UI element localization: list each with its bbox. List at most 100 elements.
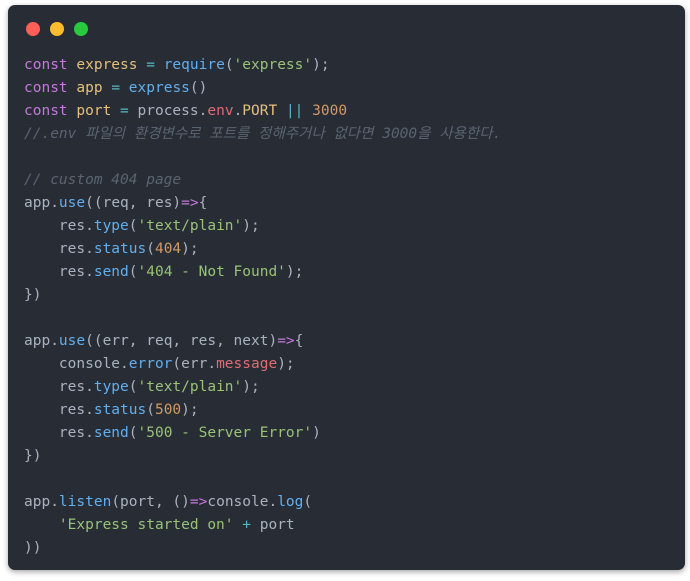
code-token: '404 - Not Found' (137, 264, 286, 280)
code-token: ((err, req, res, next) (85, 333, 278, 349)
code-token: message (216, 356, 278, 372)
code-token: '500 - Server Error' (137, 425, 313, 441)
code-line: // custom 404 page (24, 169, 501, 192)
code-line: app.use((err, req, res, next)=>{ (24, 330, 501, 353)
code-token: res. (24, 425, 94, 441)
code-token: ( (128, 218, 138, 234)
code-token: (port, () (111, 494, 190, 510)
code-token: 'text/plain' (137, 218, 243, 234)
code-token: PORT (242, 103, 278, 119)
code-token: app (76, 80, 103, 96)
code-token: )) (24, 540, 42, 556)
code-line: )) (24, 537, 501, 560)
code-line: res.type('text/plain'); (24, 215, 501, 238)
code-token: ( (146, 402, 155, 418)
code-token: = (120, 103, 129, 119)
code-token: send (93, 425, 129, 441)
code-token: () (189, 80, 208, 96)
code-token: 404 (154, 241, 182, 257)
code-line: res.send('500 - Server Error') (24, 422, 501, 445)
code-line: app.use((req, res)=>{ (24, 192, 501, 215)
code-token: 500 (154, 402, 182, 418)
code-token: log (277, 494, 304, 510)
code-token: ); (312, 57, 330, 73)
maximize-dot-icon[interactable] (74, 22, 88, 36)
code-line: res.status(500); (24, 399, 501, 422)
code-token: app. (24, 333, 59, 349)
code-token: res. (24, 402, 94, 418)
code-token: express (128, 80, 190, 96)
code-token: res. (24, 218, 94, 234)
code-token: type (93, 379, 129, 395)
code-token: app. (24, 494, 59, 510)
code-token: res. (24, 264, 94, 280)
code-token: ); (181, 241, 199, 257)
code-token: console. (24, 356, 129, 372)
code-token: process. (128, 103, 208, 119)
code-line: app.listen(port, ()=>console.log( (24, 491, 501, 514)
code-token: port (251, 517, 295, 533)
code-token: . (233, 103, 243, 119)
code-token: ); (242, 218, 260, 234)
code-token: (err. (172, 356, 217, 372)
code-line: }) (24, 445, 501, 468)
code-token: //.env 파일의 환경변수로 포트를 정해주거나 없다면 3000을 사용한… (24, 126, 502, 142)
code-token: ( (128, 264, 138, 280)
code-token: require (163, 57, 225, 73)
code-line: res.type('text/plain'); (24, 376, 501, 399)
code-line: const port = process.env.PORT || 3000 (24, 100, 501, 123)
code-line: }) (24, 284, 501, 307)
code-line: const app = express() (24, 77, 501, 100)
code-token: ( (128, 425, 138, 441)
code-line: res.send('404 - Not Found'); (24, 261, 501, 284)
code-window: const express = require('express'); const… (8, 5, 685, 570)
code-token: ( (146, 241, 155, 257)
code-token: app. (24, 195, 59, 211)
code-token: 3000 (312, 103, 348, 119)
code-token: { (294, 333, 304, 349)
code-token: }) (24, 287, 42, 303)
code-token: = (146, 57, 155, 73)
code-token: res. (24, 241, 94, 257)
close-dot-icon[interactable] (26, 22, 40, 36)
code-token: + (242, 517, 251, 533)
code-token: const (24, 103, 68, 119)
code-token: send (93, 264, 129, 280)
minimize-dot-icon[interactable] (50, 22, 64, 36)
code-line: console.error(err.message); (24, 353, 501, 376)
code-token: port (76, 103, 112, 119)
code-token: use (58, 333, 86, 349)
code-line: 'Express started on' + port (24, 514, 501, 537)
code-line: //.env 파일의 환경변수로 포트를 정해주거나 없다면 3000을 사용한… (24, 123, 501, 146)
code-token: => (181, 195, 199, 211)
code-block: const express = require('express'); const… (24, 54, 501, 560)
code-token: status (93, 402, 147, 418)
code-token: console. (207, 494, 278, 510)
code-token: => (277, 333, 295, 349)
code-token: ); (242, 379, 260, 395)
code-token: 'Express started on' (58, 517, 234, 533)
code-token: }) (24, 448, 42, 464)
code-token: ( (224, 57, 234, 73)
code-token: ); (285, 264, 304, 280)
code-token: ) (312, 425, 321, 441)
code-token: // custom 404 page (24, 172, 182, 188)
code-token: use (58, 195, 86, 211)
code-token: ( (303, 494, 313, 510)
code-line: res.status(404); (24, 238, 501, 261)
code-token: 'express' (233, 57, 313, 73)
code-token: ( (128, 379, 138, 395)
code-token: 'text/plain' (137, 379, 243, 395)
code-token: listen (58, 494, 112, 510)
